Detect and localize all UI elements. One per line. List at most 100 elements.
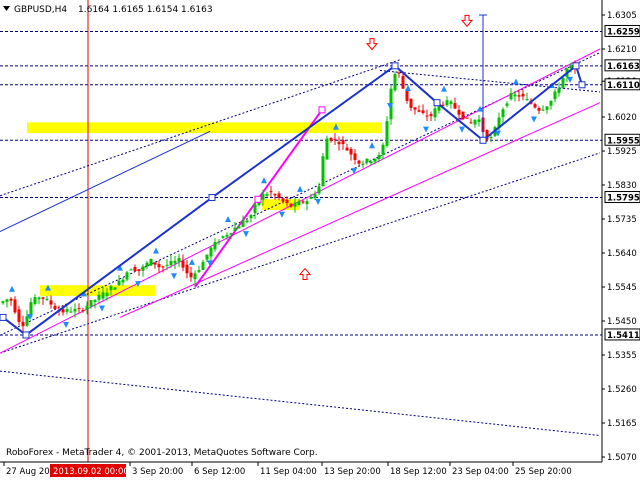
level-price-label: 1.6259 [607, 27, 640, 37]
time-tick-label: 13 Sep 20:00 [324, 467, 381, 477]
level-price-label: 1.5795 [607, 194, 640, 204]
time-tick-label: 25 Sep 20:00 [515, 467, 572, 477]
chart-header-symbol: GBPUSD,H4 [14, 5, 67, 15]
bear-candle [49, 300, 53, 305]
bear-candle [457, 109, 461, 115]
bear-candle [397, 72, 401, 74]
price-chart[interactable]: 1.63051.62101.61201.60201.59251.58301.57… [0, 0, 640, 480]
time-tick-label: 3 Sep 20:00 [132, 467, 183, 477]
bull-candle [321, 156, 325, 186]
wave-node[interactable] [254, 195, 262, 203]
time-tick-label: 18 Sep 12:00 [390, 467, 447, 477]
bull-candle [177, 258, 181, 262]
price-tick-label: 1.6305 [607, 11, 637, 21]
bull-candle [169, 261, 173, 266]
bull-candle [85, 305, 89, 310]
price-tick-label: 1.5925 [607, 147, 637, 157]
bull-candle [73, 308, 77, 312]
price-tick-label: 1.5260 [607, 385, 637, 395]
bear-candle [421, 110, 425, 113]
bear-candle [329, 137, 333, 141]
bull-candle [369, 161, 373, 164]
bull-candle [121, 279, 125, 283]
bear-candle [137, 269, 141, 271]
bull-candle [205, 254, 209, 260]
bull-candle [65, 309, 69, 312]
bear-candle [465, 117, 469, 119]
wave-node[interactable] [0, 313, 7, 321]
wave-node[interactable] [22, 331, 30, 339]
bear-candle [401, 76, 405, 89]
bear-candle [281, 198, 285, 202]
bull-candle [101, 292, 105, 299]
price-tick-label: 1.6020 [607, 113, 637, 123]
bull-candle [293, 202, 297, 207]
bull-candle [245, 220, 249, 223]
bull-candle [201, 261, 205, 270]
bull-candle [173, 260, 177, 264]
bull-candle [377, 155, 381, 160]
bull-candle [489, 136, 493, 138]
bear-candle [185, 264, 189, 274]
bull-candle [385, 121, 389, 146]
bull-candle [261, 193, 265, 200]
price-tick-label: 1.5355 [607, 351, 637, 361]
bull-candle [477, 119, 481, 123]
bull-candle [297, 201, 301, 205]
level-price-label: 1.6110 [607, 81, 640, 91]
bear-candle [409, 98, 413, 108]
bull-candle [109, 286, 113, 291]
wave-node[interactable] [391, 62, 399, 70]
wave-node[interactable] [572, 62, 580, 70]
chart-header-ohlc: 1.6164 1.6165 1.6154 1.6163 [78, 5, 213, 15]
bear-candle [461, 111, 465, 120]
bull-candle [305, 201, 309, 205]
bear-candle [81, 309, 85, 311]
wave-node[interactable] [578, 81, 586, 89]
bull-candle [141, 266, 145, 271]
bull-candle [557, 88, 561, 94]
bear-candle [181, 260, 185, 268]
bull-candle [317, 186, 321, 194]
bull-candle [433, 108, 437, 118]
bull-candle [505, 103, 509, 106]
bull-candle [549, 100, 553, 106]
price-tick-label: 1.5640 [607, 249, 637, 259]
bull-candle [221, 236, 225, 238]
chart-background [0, 0, 640, 480]
bull-candle [225, 234, 229, 237]
bull-candle [129, 269, 133, 271]
bull-candle [237, 226, 241, 229]
bull-candle [93, 299, 97, 302]
wave-node[interactable] [208, 194, 216, 202]
bear-candle [269, 191, 273, 193]
bull-candle [313, 193, 317, 199]
bull-candle [197, 270, 201, 272]
bull-candle [241, 221, 245, 227]
level-price-label: 1.6163 [607, 62, 640, 72]
bear-candle [341, 139, 345, 145]
bear-candle [417, 110, 421, 112]
yellow-zone [27, 122, 382, 134]
wave-node[interactable] [433, 99, 441, 107]
bear-candle [273, 193, 277, 196]
bear-candle [41, 297, 45, 299]
bull-candle [473, 119, 477, 125]
cursor-time-label: 2013.09.02 00:00 [53, 467, 129, 477]
bull-candle [25, 316, 29, 326]
bear-candle [289, 203, 293, 207]
wave-node[interactable] [479, 136, 487, 144]
bear-candle [53, 305, 57, 309]
bull-candle [545, 106, 549, 110]
bull-candle [393, 74, 397, 91]
bear-candle [533, 104, 537, 108]
bear-candle [9, 298, 13, 301]
bull-candle [449, 101, 453, 104]
bull-candle [217, 241, 221, 243]
bull-candle [209, 247, 213, 257]
bear-candle [345, 147, 349, 151]
bull-candle [445, 100, 449, 106]
wave-node[interactable] [318, 106, 326, 114]
bear-candle [133, 267, 137, 272]
yellow-zone [40, 285, 155, 296]
